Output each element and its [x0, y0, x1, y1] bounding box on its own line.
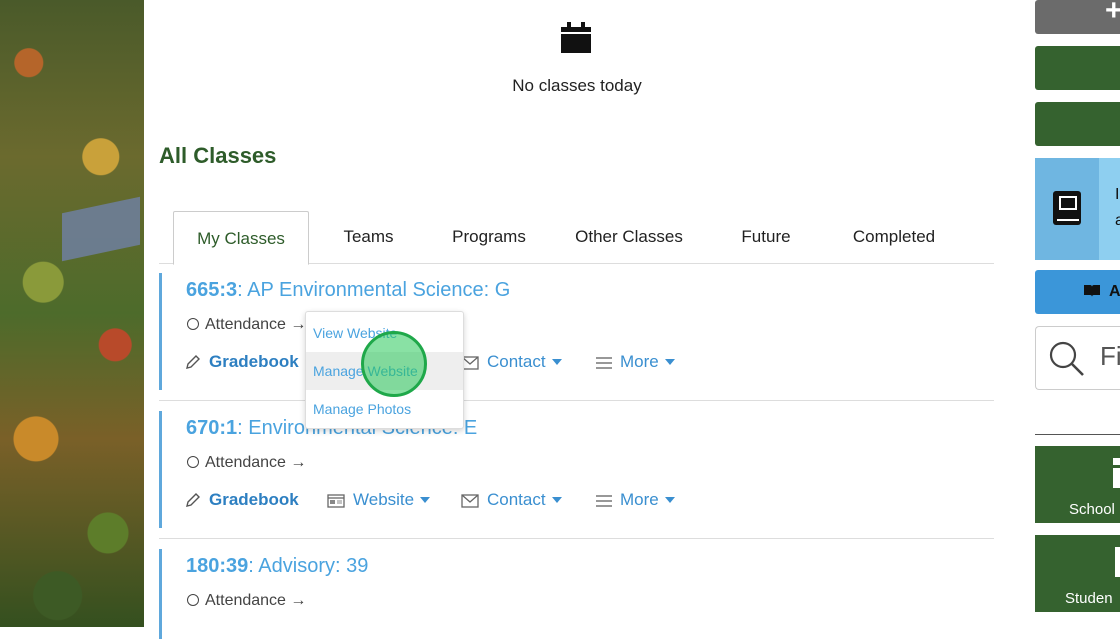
right-sidebar: + I a A Fi School Studen — [1035, 0, 1120, 627]
school-button[interactable]: School — [1035, 446, 1120, 523]
pencil-icon — [186, 493, 200, 507]
caret-down-icon — [664, 359, 675, 365]
attendance-link[interactable]: Attendance → — [187, 454, 306, 472]
arrow-right-icon: → — [290, 316, 307, 333]
assignments-button[interactable]: A — [1035, 270, 1120, 314]
attendance-status-icon — [187, 318, 199, 330]
attendance-link[interactable]: Attendance → — [187, 316, 306, 334]
website-dropdown[interactable]: Website — [327, 490, 431, 510]
arrow-right-icon: → — [290, 592, 307, 609]
attendance-status-icon — [187, 594, 199, 606]
campus-photo — [0, 0, 144, 627]
caret-down-icon — [664, 497, 675, 503]
gradebook-button[interactable]: Gradebook — [185, 352, 299, 372]
tab-teams[interactable]: Teams — [321, 211, 416, 263]
student-icon — [1115, 547, 1120, 577]
page-title: All Classes — [159, 143, 277, 168]
tab-future[interactable]: Future — [721, 211, 811, 263]
more-dropdown[interactable]: More — [596, 352, 675, 372]
main-content: No classes today All Classes My Classes … — [145, 0, 1025, 639]
class-item: 670:1: Environmental Science: E Attendan… — [159, 401, 994, 539]
class-title-link[interactable]: 180:39: Advisory: 39 — [186, 555, 368, 578]
class-item: 180:39: Advisory: 39 Attendance → — [159, 539, 994, 639]
envelope-icon — [461, 494, 479, 508]
more-dropdown[interactable]: More — [596, 490, 675, 510]
website-icon — [327, 494, 345, 508]
click-indicator — [361, 331, 427, 397]
student-button[interactable]: Studen — [1035, 535, 1120, 612]
caret-down-icon — [420, 497, 431, 503]
green-button[interactable] — [1035, 46, 1120, 90]
plus-icon: + — [1105, 0, 1120, 27]
tab-programs[interactable]: Programs — [439, 211, 539, 263]
resource-card[interactable]: I a — [1035, 158, 1120, 260]
book-icon — [1053, 191, 1081, 225]
caret-down-icon — [551, 359, 562, 365]
arrow-right-icon: → — [290, 454, 307, 471]
pencil-icon — [186, 355, 200, 369]
search-input[interactable]: Fi — [1035, 326, 1120, 390]
menu-icon — [596, 495, 612, 507]
attendance-link[interactable]: Attendance → — [187, 592, 306, 610]
calendar-icon — [561, 22, 591, 53]
contact-dropdown[interactable]: Contact — [461, 352, 562, 372]
no-classes-text: No classes today — [512, 76, 642, 95]
attendance-status-icon — [187, 456, 199, 468]
green-button[interactable] — [1035, 102, 1120, 146]
menu-icon — [596, 357, 612, 369]
search-icon — [1049, 341, 1084, 376]
contact-dropdown[interactable]: Contact — [461, 490, 562, 510]
open-book-icon — [1084, 285, 1100, 297]
tab-completed[interactable]: Completed — [834, 211, 954, 263]
class-item: 665:3: AP Environmental Science: G Atten… — [159, 263, 994, 401]
caret-down-icon — [551, 497, 562, 503]
tab-other-classes[interactable]: Other Classes — [564, 211, 694, 263]
tab-my-classes[interactable]: My Classes — [173, 211, 309, 265]
gradebook-button[interactable]: Gradebook — [185, 490, 299, 510]
add-button[interactable]: + — [1035, 0, 1120, 34]
info-icon — [1113, 458, 1120, 488]
class-tabs: My Classes Teams Programs Other Classes … — [159, 211, 994, 265]
class-title-link[interactable]: 665:3: AP Environmental Science: G — [186, 279, 510, 302]
